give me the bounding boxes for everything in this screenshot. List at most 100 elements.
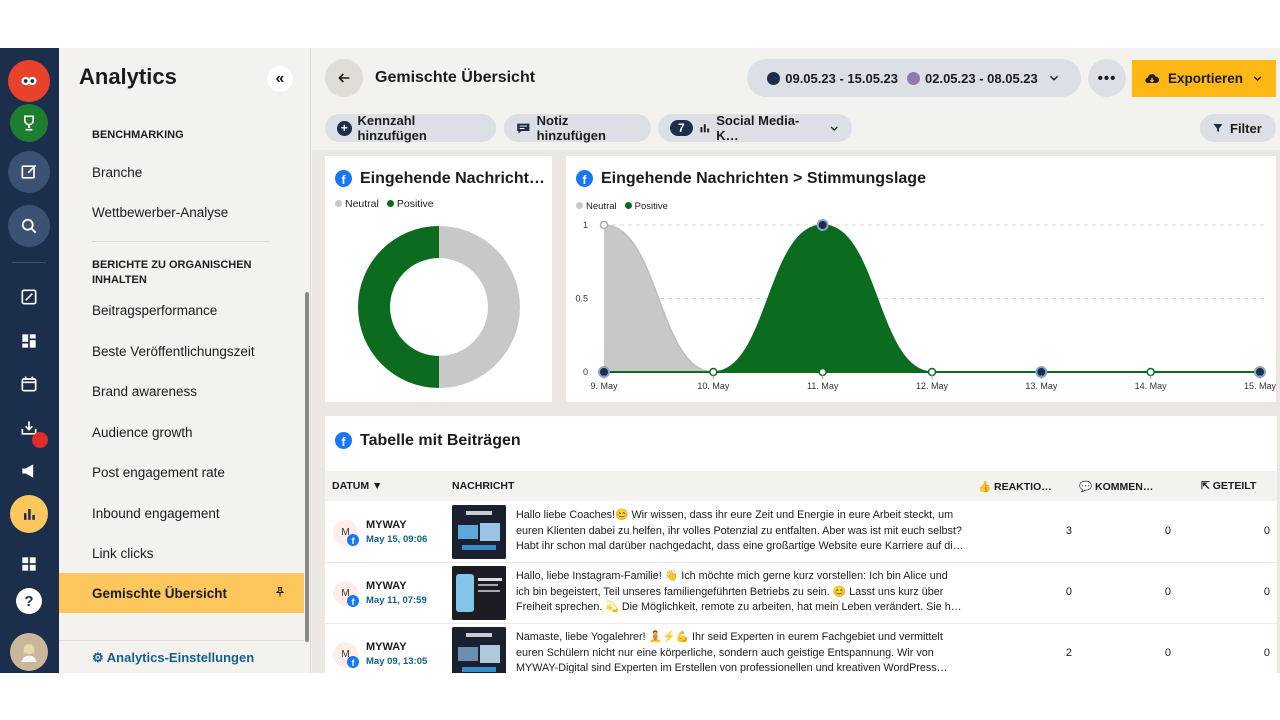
- planner-icon[interactable]: [8, 276, 50, 318]
- account-name: MYWAY: [366, 580, 407, 592]
- sidebar-item-gemischte-uebersicht[interactable]: Gemischte Übersicht: [59, 573, 304, 613]
- column-shares-header[interactable]: ⇱ GETEILT: [1201, 480, 1256, 492]
- post-date[interactable]: May 15, 09:06: [366, 534, 427, 545]
- post-thumbnail[interactable]: [452, 505, 506, 559]
- legend-item-positive: Positive: [386, 198, 434, 210]
- arrow-left-icon: [338, 73, 350, 83]
- compare-period-dot: [907, 71, 920, 85]
- main-content: Gemischte Übersicht 09.05.23 - 15.05.23 …: [312, 48, 1280, 673]
- reactions-count: 2: [1065, 647, 1072, 659]
- column-reactions-header[interactable]: 👍 REAKTIO…: [978, 480, 1052, 493]
- filter-label: Filter: [1230, 120, 1262, 136]
- comments-count: 0: [1164, 647, 1171, 659]
- point-positive: [818, 367, 827, 377]
- x-tick-label: 11. May: [807, 381, 839, 391]
- donut-slice-positive: [358, 226, 439, 388]
- chevron-down-icon: [1049, 75, 1058, 81]
- sidebar-item-audience-growth[interactable]: Audience growth: [59, 412, 304, 452]
- add-metric-button[interactable]: + Kennzahl hinzufügen: [325, 113, 496, 143]
- sidebar-title: Analytics: [79, 64, 177, 89]
- y-tick-label: 0.5: [575, 294, 588, 304]
- compare-date-range: 02.05.23 - 08.05.23: [925, 70, 1038, 86]
- sidebar-item-inbound-engagement[interactable]: Inbound engagement: [59, 493, 304, 533]
- analytics-sidebar: Analytics « BENCHMARKING Branche Wettbew…: [59, 48, 311, 673]
- facebook-icon: f: [347, 534, 359, 546]
- column-date-header[interactable]: DATUM ▼: [332, 480, 382, 492]
- date-range-picker[interactable]: 09.05.23 - 15.05.23 02.05.23 - 08.05.23: [747, 59, 1081, 97]
- account-avatar: Mf: [333, 642, 359, 668]
- sidebar-item-beitragsperformance[interactable]: Beitragsperformance: [59, 290, 304, 330]
- filter-button[interactable]: Filter: [1200, 114, 1276, 142]
- network-count-badge: 7: [670, 120, 693, 136]
- report-canvas: f Eingehende Nachricht… Neutral Positive…: [312, 150, 1280, 673]
- network-selector[interactable]: 7 Social Media-K…: [658, 113, 852, 143]
- sentiment-area-chart: 0 0.5 1 9. May 10. May 11. May 12. May 13. May 1…: [575, 219, 1276, 391]
- facebook-icon: f: [347, 656, 359, 668]
- owl-logo-icon[interactable]: [8, 60, 50, 102]
- post-date[interactable]: May 11, 07:59: [366, 595, 427, 606]
- comments-count: 0: [1164, 525, 1171, 537]
- account-name: MYWAY: [366, 641, 407, 653]
- post-thumbnail[interactable]: [452, 627, 506, 673]
- table-row[interactable]: Mf MYWAY May 15, 09:06 Hallo liebe Coach…: [325, 502, 1277, 563]
- facebook-icon: f: [335, 170, 352, 187]
- sidebar-divider: [92, 241, 270, 242]
- posts-table-title: Tabelle mit Beiträgen: [360, 432, 521, 449]
- sidebar-item-beste-zeit[interactable]: Beste Veröffentlichungszeit: [59, 331, 304, 371]
- x-tick-label: 15. May: [1244, 381, 1276, 391]
- sidebar-item-link-clicks[interactable]: Link clicks: [59, 533, 304, 573]
- add-note-label: Notiz hinzufügen: [536, 113, 606, 143]
- search-icon[interactable]: [8, 205, 50, 247]
- current-period-dot: [767, 71, 781, 85]
- calendar-icon[interactable]: [8, 363, 50, 405]
- chevron-down-icon: [1253, 76, 1262, 82]
- post-thumbnail[interactable]: [452, 566, 506, 620]
- sentiment-chart-card: f Eingehende Nachrichten > Stimmungslage…: [566, 156, 1276, 402]
- export-button[interactable]: Exportieren: [1132, 60, 1276, 97]
- point-positive: [816, 219, 829, 231]
- point-positive: [1146, 367, 1155, 377]
- sidebar-item-branche[interactable]: Branche: [59, 152, 304, 192]
- pin-icon[interactable]: [274, 586, 286, 601]
- x-tick-label: 10. May: [697, 381, 730, 391]
- megaphone-icon[interactable]: [8, 450, 50, 492]
- donut-chart: [358, 226, 520, 388]
- table-row[interactable]: Mf MYWAY May 11, 07:59 Hallo, liebe Inst…: [325, 563, 1277, 624]
- bar-chart-icon: [700, 124, 709, 133]
- section-benchmarking: BENCHMARKING: [92, 129, 184, 141]
- current-date-range: 09.05.23 - 15.05.23: [785, 70, 898, 86]
- account-avatar: Mf: [333, 581, 359, 607]
- compose-icon[interactable]: [8, 151, 50, 193]
- back-button[interactable]: [325, 59, 363, 97]
- donut-card: f Eingehende Nachricht… Neutral Positive: [325, 156, 552, 402]
- sidebar-item-wettbewerber[interactable]: Wettbewerber-Analyse: [59, 192, 304, 232]
- post-date[interactable]: May 09, 13:05: [366, 656, 427, 667]
- donut-card-title: Eingehende Nachricht…: [360, 170, 545, 187]
- trophy-icon[interactable]: [10, 104, 48, 142]
- facebook-icon: f: [576, 170, 593, 187]
- facebook-icon: f: [347, 595, 359, 607]
- post-message: Hallo, liebe Instagram-Familie! 👋 Ich mö…: [516, 570, 962, 613]
- analytics-settings-link[interactable]: ⚙ Analytics-Einstellungen: [92, 650, 254, 666]
- sidebar-item-brand-awareness[interactable]: Brand awareness: [59, 371, 304, 411]
- avatar[interactable]: [10, 633, 48, 671]
- more-options-button[interactable]: •••: [1088, 59, 1126, 97]
- collapse-sidebar-button[interactable]: «: [267, 66, 293, 92]
- apps-grid-icon[interactable]: [8, 543, 50, 585]
- filter-icon: [1213, 124, 1223, 132]
- page-title: Gemischte Übersicht: [375, 69, 536, 86]
- analytics-icon[interactable]: [10, 495, 48, 533]
- x-tick-label: 14. May: [1135, 381, 1168, 391]
- help-icon[interactable]: ?: [16, 588, 42, 614]
- comments-count: 0: [1164, 586, 1171, 598]
- add-note-button[interactable]: Notiz hinzufügen: [504, 113, 651, 143]
- export-label: Exportieren: [1167, 71, 1244, 86]
- sidebar-scrollbar[interactable]: [305, 292, 309, 642]
- app-frame: ? Analytics « BENCHMARKING Branche Wettb…: [0, 48, 1280, 673]
- table-row[interactable]: Mf MYWAY May 09, 13:05 Namaste, liebe Yo…: [325, 624, 1277, 673]
- column-comments-header[interactable]: 💬 KOMMEN…: [1079, 480, 1153, 493]
- sidebar-item-label: Gemischte Übersicht: [92, 585, 228, 601]
- dashboard-icon[interactable]: [8, 320, 50, 362]
- sidebar-item-post-engagement[interactable]: Post engagement rate: [59, 452, 304, 492]
- reactions-count: 3: [1065, 525, 1072, 537]
